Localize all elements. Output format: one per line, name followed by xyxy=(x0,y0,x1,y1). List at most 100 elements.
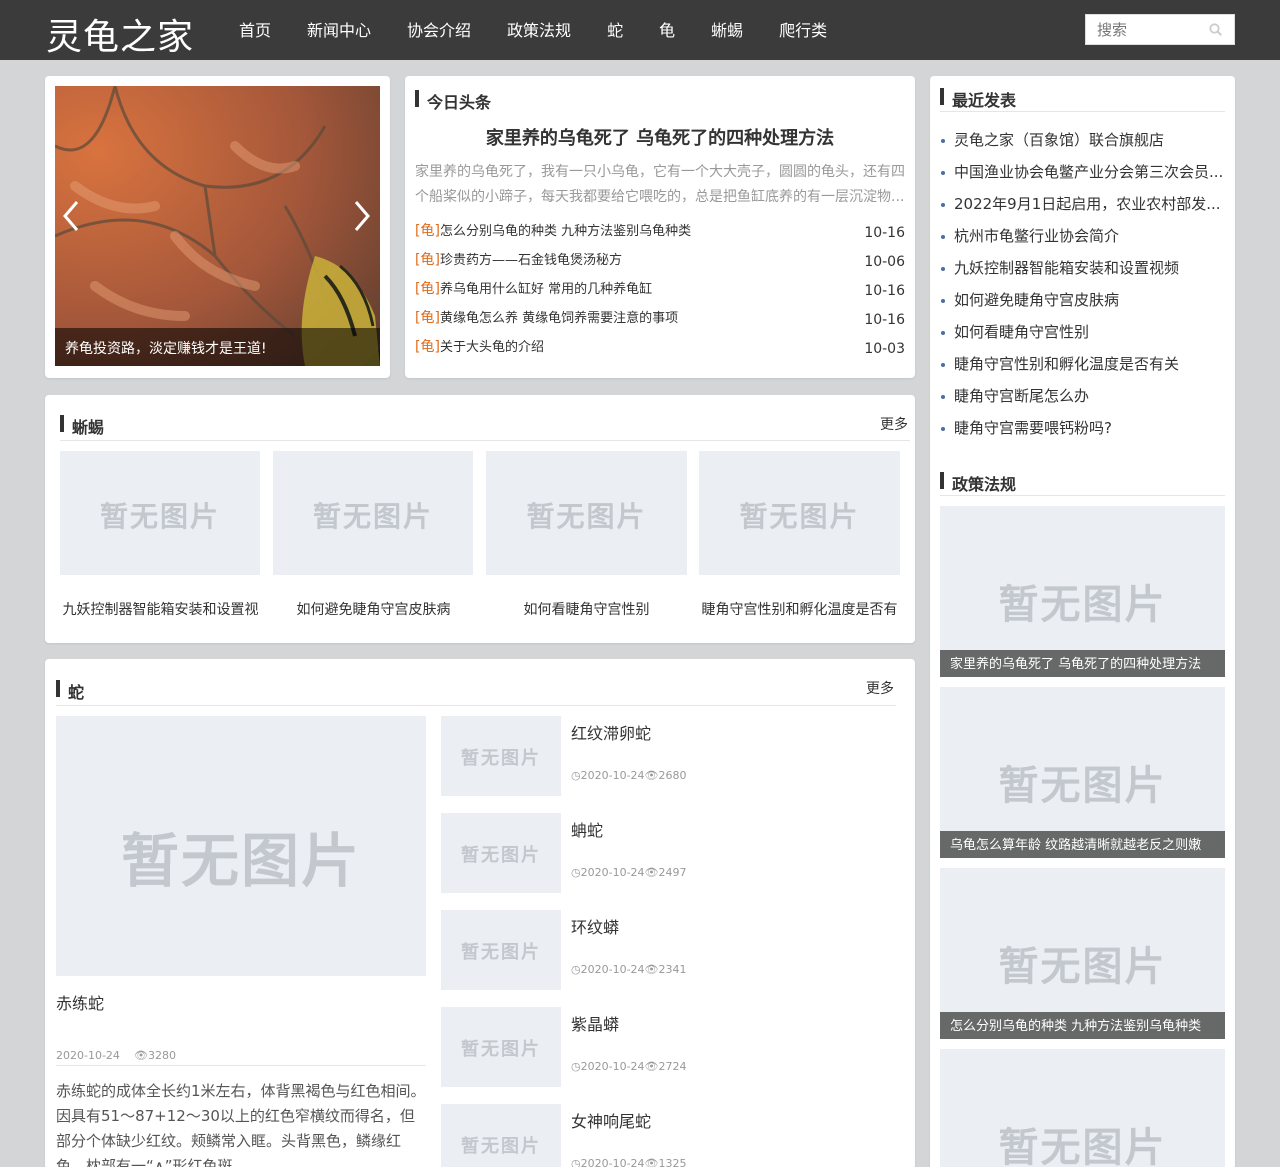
recent-list: 灵龟之家（百象馆）联合旗舰店 中国渔业协会龟鳖产业分会第三次会员... 2022… xyxy=(940,124,1225,444)
list-item[interactable]: 中国渔业协会龟鳖产业分会第三次会员... xyxy=(940,156,1225,188)
snake-item-meta: ◷2020-10-24👁2724 xyxy=(571,1060,687,1073)
list-item[interactable]: [龟]珍贵药方——石金钱龟煲汤秘方 10-06 xyxy=(415,249,905,278)
top-navbar: 灵龟之家 首页 新闻中心 协会介绍 政策法规 蛇 龟 蜥蜴 爬行类 xyxy=(0,0,1280,60)
chevron-right-icon[interactable] xyxy=(352,199,372,233)
placeholder-text: 暂无图片 xyxy=(99,500,220,533)
search-input[interactable] xyxy=(1086,15,1206,44)
nav-snake[interactable]: 蛇 xyxy=(607,0,623,60)
list-item[interactable]: 2022年9月1日起启用，农业农村部发... xyxy=(940,188,1225,220)
snake-featured-date: 2020-10-24 xyxy=(56,1049,120,1062)
category-tag[interactable]: [龟] xyxy=(415,252,440,268)
policy-caption[interactable]: 乌龟怎么算年龄 纹路越清晰就越老反之则嫩 xyxy=(940,831,1225,858)
list-item[interactable]: [龟]怎么分别乌龟的种类 九种方法鉴别乌龟种类 10-16 xyxy=(415,220,905,249)
snake-item-title[interactable]: 环纹蟒 xyxy=(571,914,619,938)
snake-featured-image[interactable]: 暂无图片 xyxy=(56,716,426,976)
snake-thumb[interactable]: 暂无图片 xyxy=(441,1104,561,1167)
placeholder-text: 暂无图片 xyxy=(461,1039,541,1060)
list-item[interactable]: 杭州市龟鳖行业协会简介 xyxy=(940,220,1225,252)
site-logo[interactable]: 灵龟之家 xyxy=(46,8,194,60)
main-nav: 首页 新闻中心 协会介绍 政策法规 蛇 龟 蜥蜴 爬行类 xyxy=(239,0,863,60)
eye-icon: 👁 xyxy=(644,963,659,976)
nav-policy[interactable]: 政策法规 xyxy=(507,0,571,60)
snake-item-title[interactable]: 蚺蛇 xyxy=(571,817,603,841)
divider xyxy=(940,495,1225,496)
placeholder-text: 暂无图片 xyxy=(998,944,1167,990)
chevron-left-icon[interactable] xyxy=(61,199,81,233)
snake-more-link[interactable]: 更多 xyxy=(866,678,894,698)
policy-card[interactable]: 暂无图片 xyxy=(940,1049,1225,1167)
policy-card[interactable]: 暂无图片 家里养的乌龟死了 乌龟死了的四种处理方法 xyxy=(940,506,1225,677)
placeholder-text: 暂无图片 xyxy=(461,1136,541,1157)
list-item[interactable]: [龟]黄缘龟怎么养 黄缘龟饲养需要注意的事项 10-16 xyxy=(415,307,905,336)
list-item-date: 10-16 xyxy=(864,225,905,241)
policy-card[interactable]: 暂无图片 怎么分别乌龟的种类 九种方法鉴别乌龟种类 xyxy=(940,868,1225,1039)
placeholder-text: 暂无图片 xyxy=(739,500,860,533)
list-item[interactable]: 睫角守宫断尾怎么办 xyxy=(940,380,1225,412)
lizard-thumb-4[interactable]: 暂无图片 xyxy=(699,451,900,575)
nav-news[interactable]: 新闻中心 xyxy=(307,0,371,60)
snake-item-meta: ◷2020-10-24👁2680 xyxy=(571,769,687,782)
list-item[interactable]: 如何看睫角守宫性别 xyxy=(940,316,1225,348)
snake-thumb[interactable]: 暂无图片 xyxy=(441,813,561,893)
divider xyxy=(56,1065,426,1066)
snake-thumb[interactable]: 暂无图片 xyxy=(441,716,561,796)
snake-featured-title[interactable]: 赤练蛇 xyxy=(56,990,104,1014)
lizard-thumb-3[interactable]: 暂无图片 xyxy=(486,451,687,575)
search-icon[interactable] xyxy=(1209,23,1222,36)
nav-home[interactable]: 首页 xyxy=(239,0,271,60)
snake-item-title[interactable]: 紫晶蟒 xyxy=(571,1011,619,1035)
image-slider[interactable]: 养龟投资路，淡定赚钱才是王道! xyxy=(55,86,380,366)
category-tag[interactable]: [龟] xyxy=(415,223,440,239)
lizard-thumb-2[interactable]: 暂无图片 xyxy=(273,451,473,575)
policy-caption[interactable]: 怎么分别乌龟的种类 九种方法鉴别乌龟种类 xyxy=(940,1012,1225,1039)
list-item[interactable]: [龟]关于大头龟的介绍 10-03 xyxy=(415,336,905,365)
list-item-date: 10-06 xyxy=(864,254,905,270)
eye-icon: 👁 xyxy=(644,1060,659,1073)
lizard-item-title-4[interactable]: 睫角守宫性别和孵化温度是否有 xyxy=(693,599,906,619)
list-item[interactable]: 睫角守宫性别和孵化温度是否有关 xyxy=(940,348,1225,380)
nav-reptiles[interactable]: 爬行类 xyxy=(779,0,827,60)
lizard-item-title-1[interactable]: 九妖控制器智能箱安装和设置视 xyxy=(54,599,267,619)
lizard-more-link[interactable]: 更多 xyxy=(880,414,908,434)
category-tag[interactable]: [龟] xyxy=(415,281,440,297)
list-item[interactable]: 灵龟之家（百象馆）联合旗舰店 xyxy=(940,124,1225,156)
category-tag[interactable]: [龟] xyxy=(415,339,440,355)
placeholder-text: 暂无图片 xyxy=(526,500,647,533)
lizard-thumb-1[interactable]: 暂无图片 xyxy=(60,451,260,575)
list-item-date: 10-03 xyxy=(864,341,905,357)
policy-caption[interactable]: 家里养的乌龟死了 乌龟死了的四种处理方法 xyxy=(940,650,1225,677)
list-item-title[interactable]: 黄缘龟怎么养 黄缘龟饲养需要注意的事项 xyxy=(440,311,678,326)
headline-list: [龟]怎么分别乌龟的种类 九种方法鉴别乌龟种类 10-16 [龟]珍贵药方——石金… xyxy=(415,220,905,365)
policy-card[interactable]: 暂无图片 乌龟怎么算年龄 纹路越清晰就越老反之则嫩 xyxy=(940,687,1225,858)
nav-association[interactable]: 协会介绍 xyxy=(407,0,471,60)
list-item-title[interactable]: 养乌龟用什么缸好 常用的几种养龟缸 xyxy=(440,282,652,297)
list-item-title[interactable]: 珍贵药方——石金钱龟煲汤秘方 xyxy=(440,253,622,268)
lizard-item-title-2[interactable]: 如何避免睫角守宫皮肤病 xyxy=(267,599,480,619)
snake-featured-views: 👁3280 xyxy=(134,1049,176,1062)
snake-item-title[interactable]: 女神响尾蛇 xyxy=(571,1108,651,1132)
slider-caption[interactable]: 养龟投资路，淡定赚钱才是王道! xyxy=(55,328,380,366)
eye-icon: 👁 xyxy=(644,769,659,782)
lizard-item-title-3[interactable]: 如何看睫角守宫性别 xyxy=(480,599,693,619)
list-item-title[interactable]: 怎么分别乌龟的种类 九种方法鉴别乌龟种类 xyxy=(440,224,691,239)
list-item[interactable]: 如何避免睫角守宫皮肤病 xyxy=(940,284,1225,316)
eye-icon: 👁 xyxy=(644,866,659,879)
placeholder-text: 暂无图片 xyxy=(461,942,541,963)
snake-thumb[interactable]: 暂无图片 xyxy=(441,1007,561,1087)
headline-title[interactable]: 家里养的乌龟死了 乌龟死了的四种处理方法 xyxy=(405,124,915,150)
clock-icon: ◷ xyxy=(571,1157,581,1167)
clock-icon: ◷ xyxy=(571,866,581,879)
nav-lizard[interactable]: 蜥蜴 xyxy=(711,0,743,60)
list-item-date: 10-16 xyxy=(864,312,905,328)
lizard-section-title: 蜥蜴 xyxy=(60,414,104,438)
nav-turtle[interactable]: 龟 xyxy=(659,0,675,60)
list-item-title[interactable]: 关于大头龟的介绍 xyxy=(440,340,544,355)
placeholder-text: 暂无图片 xyxy=(998,1125,1167,1167)
snake-item-title[interactable]: 红纹滞卵蛇 xyxy=(571,720,651,744)
snake-thumb[interactable]: 暂无图片 xyxy=(441,910,561,990)
category-tag[interactable]: [龟] xyxy=(415,310,440,326)
clock-icon: ◷ xyxy=(571,963,581,976)
list-item[interactable]: [龟]养乌龟用什么缸好 常用的几种养龟缸 10-16 xyxy=(415,278,905,307)
list-item[interactable]: 九妖控制器智能箱安装和设置视频 xyxy=(940,252,1225,284)
list-item[interactable]: 睫角守宫需要喂钙粉吗? xyxy=(940,412,1225,444)
